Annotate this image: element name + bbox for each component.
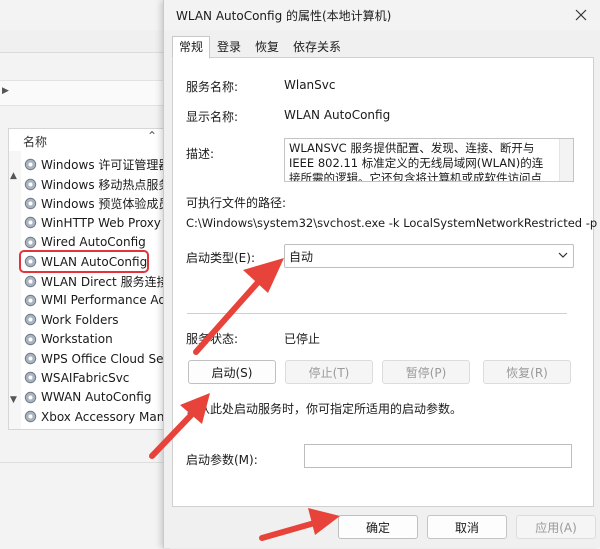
service-row[interactable]: WSAIFabricSvc xyxy=(23,368,173,387)
gear-icon xyxy=(24,333,37,345)
service-row[interactable]: WPS Office Cloud Servi xyxy=(23,349,179,368)
gear-icon xyxy=(24,236,37,248)
properties-dialog: WLAN AutoConfig 的属性(本地计算机) 常规 登录 恢复 依存关系… xyxy=(163,0,600,548)
service-name: WMI Performance Ada xyxy=(41,293,174,308)
service-row[interactable]: Workstation xyxy=(23,330,173,349)
dialog-titlebar[interactable]: WLAN AutoConfig 的属性(本地计算机) xyxy=(164,0,600,30)
service-name: Work Folders xyxy=(41,312,119,327)
service-row-wlan-autoconfig[interactable]: WLAN AutoConfig xyxy=(19,249,149,274)
service-name-label: 服务名称: xyxy=(186,80,239,94)
service-row[interactable]: Windows 移动热点服务 xyxy=(23,174,173,193)
description-scrollbar[interactable] xyxy=(559,139,573,181)
services-status-area xyxy=(0,462,170,549)
service-name: Windows 预览体验成员服 xyxy=(41,196,183,211)
display-name-value: WLAN AutoConfig xyxy=(284,108,391,122)
services-address-bar: ▶ xyxy=(0,80,170,106)
expand-arrow-icon[interactable]: ▶ xyxy=(2,86,9,96)
service-row[interactable]: Xbox Accessory Manag xyxy=(23,407,179,426)
gear-icon xyxy=(24,391,37,404)
tab-logon[interactable]: 登录 xyxy=(210,36,248,58)
gear-icon xyxy=(24,255,37,268)
service-name: WSAIFabricSvc xyxy=(41,370,130,385)
services-toolbar xyxy=(0,30,170,53)
start-params-label: 启动参数(M): xyxy=(186,453,258,467)
scroll-down-icon[interactable]: ▼ xyxy=(10,395,17,405)
start-params-hint: 当从此处启动服务时，你可指定所适用的启动参数。 xyxy=(186,402,463,416)
gear-icon xyxy=(24,294,37,307)
pause-button[interactable]: 暂停(P) xyxy=(382,360,470,384)
gear-icon xyxy=(24,372,37,384)
start-params-input[interactable] xyxy=(304,444,572,468)
service-row[interactable]: WLAN Direct 服务连接管 xyxy=(23,271,181,290)
service-name: Windows 许可证管理器服 xyxy=(41,158,183,173)
gear-icon xyxy=(24,178,37,190)
services-scrollbar[interactable]: ▲ ▼ xyxy=(9,151,21,429)
service-name: Xbox Accessory Manag xyxy=(41,409,180,424)
ok-button[interactable]: 确定 xyxy=(338,515,418,539)
service-row[interactable]: Work Folders xyxy=(23,310,173,329)
service-row[interactable]: Windows 预览体验成员服 xyxy=(23,194,182,213)
service-name: WLAN Direct 服务连接管 xyxy=(41,274,181,289)
column-header-name[interactable]: 名称 xyxy=(23,133,47,150)
service-name: WPS Office Cloud Servi xyxy=(41,351,179,366)
service-row[interactable]: WWAN AutoConfig xyxy=(23,388,173,407)
startup-type-label: 启动类型(E): xyxy=(186,251,255,265)
apply-button[interactable]: 应用(A) xyxy=(516,515,596,539)
gear-icon xyxy=(24,158,37,171)
description-label: 描述: xyxy=(186,147,215,161)
gear-icon xyxy=(24,217,37,229)
description-text: WLANSVC 服务提供配置、发现、连接、断开与 IEEE 802.11 标准定… xyxy=(289,141,544,182)
status-label: 服务状态: xyxy=(186,332,239,346)
status-value: 已停止 xyxy=(284,332,321,346)
tab-dependencies[interactable]: 依存关系 xyxy=(286,36,348,58)
service-name: WWAN AutoConfig xyxy=(41,390,152,405)
gear-icon xyxy=(24,314,37,326)
general-tab-panel: 服务名称: WlanSvc 显示名称: WLAN AutoConfig 描述: … xyxy=(172,57,598,507)
service-name: WLAN AutoConfig xyxy=(41,254,148,269)
gear-icon xyxy=(24,197,37,210)
close-icon xyxy=(575,9,587,21)
tab-recovery[interactable]: 恢复 xyxy=(248,36,286,58)
exe-path-label: 可执行文件的路径: xyxy=(186,196,287,210)
scroll-up-icon[interactable]: ▲ xyxy=(10,171,17,181)
exe-path-value: C:\Windows\system32\svchost.exe -k Local… xyxy=(186,216,598,230)
service-row[interactable]: Wired AutoConfig xyxy=(23,233,173,252)
service-name: WinHTTP Web Proxy Au xyxy=(41,215,181,230)
service-row[interactable]: WinHTTP Web Proxy Au xyxy=(23,213,181,232)
tab-bar: 常规 登录 恢复 依存关系 xyxy=(172,36,348,59)
service-name-value: WlanSvc xyxy=(284,78,336,92)
display-name-label: 显示名称: xyxy=(186,110,239,124)
gear-icon xyxy=(24,352,37,365)
description-box[interactable]: WLANSVC 服务提供配置、发现、连接、断开与 IEEE 802.11 标准定… xyxy=(284,138,574,182)
gear-icon xyxy=(24,275,37,287)
services-window: ▶ 名称 ⌃ ▲ ▼ Windows 许可证管理器服 Windows 移动热点服… xyxy=(0,0,182,549)
separator xyxy=(187,313,567,314)
service-name: Wired AutoConfig xyxy=(41,235,146,250)
chevron-down-icon xyxy=(558,252,568,258)
cancel-button[interactable]: 取消 xyxy=(427,515,507,539)
tab-general[interactable]: 常规 xyxy=(172,36,211,59)
dialog-button-bar: 确定 取消 应用(A) xyxy=(164,505,600,548)
chevron-up-icon[interactable]: ⌃ xyxy=(147,129,157,143)
close-button[interactable] xyxy=(566,4,596,26)
service-name: Workstation xyxy=(41,332,113,347)
dialog-title: WLAN AutoConfig 的属性(本地计算机) xyxy=(176,9,392,23)
startup-type-value: 自动 xyxy=(289,250,314,264)
services-list: 名称 ⌃ ▲ ▼ Windows 许可证管理器服 Windows 移动热点服务 … xyxy=(8,128,182,430)
service-row[interactable]: Windows 许可证管理器服 xyxy=(23,155,182,174)
start-button[interactable]: 启动(S) xyxy=(188,360,276,384)
resume-button[interactable]: 恢复(R) xyxy=(483,360,571,384)
startup-type-select[interactable]: 自动 xyxy=(284,244,574,268)
gear-icon xyxy=(24,411,37,423)
service-name: Windows 移动热点服务 xyxy=(41,177,171,192)
service-row[interactable]: WMI Performance Ada xyxy=(23,291,173,310)
stop-button[interactable]: 停止(T) xyxy=(285,360,373,384)
